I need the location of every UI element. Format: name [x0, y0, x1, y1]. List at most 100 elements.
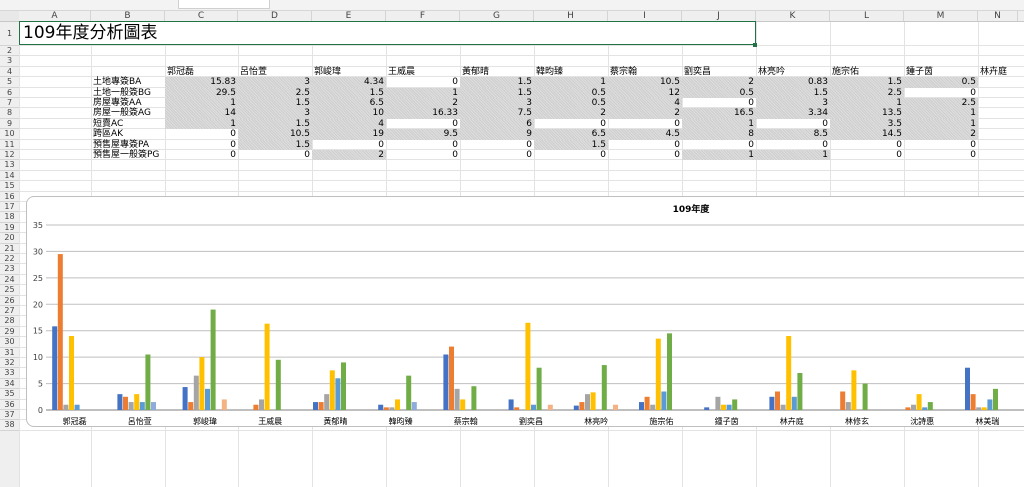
- table-cell[interactable]: 0: [165, 140, 238, 150]
- table-cell[interactable]: 0: [534, 119, 608, 129]
- table-header-cell[interactable]: 郭冠磊: [165, 67, 238, 77]
- table-cell[interactable]: 14.5: [830, 129, 904, 140]
- table-cell[interactable]: 10: [312, 108, 386, 119]
- table-header-cell[interactable]: 郭峻瑋: [312, 67, 386, 77]
- table-cell[interactable]: 3: [460, 98, 534, 109]
- table-cell[interactable]: 0: [238, 150, 312, 160]
- table-cell[interactable]: 0: [608, 140, 682, 150]
- table-cell[interactable]: 2: [608, 108, 682, 119]
- row-header-31[interactable]: 31: [0, 348, 19, 358]
- column-header-a[interactable]: A: [19, 11, 91, 21]
- row-header-2[interactable]: 2: [0, 46, 19, 57]
- select-all-corner[interactable]: [0, 11, 20, 22]
- table-cell[interactable]: 1.5: [238, 98, 312, 109]
- row-header-3[interactable]: 3: [0, 56, 19, 67]
- column-header-k[interactable]: K: [756, 11, 830, 21]
- table-cell[interactable]: 0: [534, 150, 608, 160]
- table-cell[interactable]: 0.5: [904, 77, 978, 88]
- table-cell[interactable]: 0.5: [682, 87, 756, 98]
- table-cell[interactable]: 1.5: [460, 87, 534, 98]
- table-row-label[interactable]: 跨區AK: [91, 129, 165, 139]
- table-cell[interactable]: 3: [238, 108, 312, 119]
- table-cell[interactable]: 1: [682, 150, 756, 161]
- table-cell[interactable]: 0: [756, 119, 830, 129]
- table-cell[interactable]: 0: [460, 140, 534, 150]
- table-header-cell[interactable]: 劉奕昌: [682, 67, 756, 77]
- table-cell[interactable]: 0: [386, 77, 460, 87]
- row-header-20[interactable]: 20: [0, 233, 19, 244]
- table-cell[interactable]: 2.5: [238, 87, 312, 98]
- table-cell[interactable]: 1.5: [756, 87, 830, 98]
- row-header-24[interactable]: 24: [0, 275, 19, 286]
- row-header-19[interactable]: 19: [0, 223, 19, 234]
- row-header-26[interactable]: 26: [0, 296, 19, 306]
- table-cell[interactable]: 6.5: [534, 129, 608, 140]
- table-cell[interactable]: 4.34: [312, 77, 386, 88]
- table-cell[interactable]: 10.5: [238, 129, 312, 140]
- sheet-title-cell[interactable]: 109年度分析圖表: [19, 21, 756, 45]
- table-cell[interactable]: 1: [756, 150, 830, 161]
- table-cell[interactable]: 0: [830, 140, 904, 150]
- row-header-10[interactable]: 10: [0, 129, 19, 140]
- table-cell[interactable]: 1.5: [534, 139, 608, 150]
- row-header-15[interactable]: 15: [0, 181, 19, 192]
- row-header-29[interactable]: 29: [0, 327, 19, 338]
- table-header-cell[interactable]: 林亮吟: [756, 67, 830, 77]
- table-header-cell[interactable]: 林卉庭: [978, 67, 1018, 77]
- table-cell[interactable]: 9: [460, 129, 534, 140]
- column-header-j[interactable]: J: [682, 11, 756, 21]
- table-cell[interactable]: 12: [608, 87, 682, 98]
- row-header-23[interactable]: 23: [0, 264, 19, 275]
- table-cell[interactable]: 1: [904, 108, 978, 119]
- row-header-13[interactable]: 13: [0, 160, 19, 171]
- table-cell[interactable]: 0: [312, 140, 386, 150]
- table-cell[interactable]: 4.5: [608, 129, 682, 140]
- table-cell[interactable]: 0.5: [534, 98, 608, 109]
- table-cell[interactable]: 1.5: [238, 118, 312, 130]
- table-cell[interactable]: 0: [608, 119, 682, 129]
- table-cell[interactable]: 0: [165, 129, 238, 139]
- table-row-label[interactable]: 預售屋專簽PA: [91, 140, 165, 150]
- table-cell[interactable]: 8.5: [756, 129, 830, 140]
- column-header-b[interactable]: B: [91, 11, 165, 21]
- row-header-5[interactable]: 5: [0, 77, 19, 88]
- table-cell[interactable]: 1: [682, 118, 756, 130]
- column-header-i[interactable]: I: [608, 11, 682, 21]
- table-header-cell[interactable]: 王威晨: [386, 67, 460, 77]
- table-cell[interactable]: 2: [904, 129, 978, 140]
- row-header-21[interactable]: 21: [0, 244, 19, 254]
- row-header-33[interactable]: 33: [0, 368, 19, 379]
- row-header-9[interactable]: 9: [0, 119, 19, 130]
- row-header-14[interactable]: 14: [0, 171, 19, 182]
- table-cell[interactable]: 1: [386, 87, 460, 98]
- row-header-36[interactable]: 36: [0, 400, 19, 410]
- column-header-m[interactable]: M: [904, 11, 978, 21]
- column-header-e[interactable]: E: [312, 11, 386, 21]
- table-cell[interactable]: 0: [386, 119, 460, 129]
- table-cell[interactable]: 1: [165, 98, 238, 109]
- column-header-f[interactable]: F: [386, 11, 460, 21]
- column-header-h[interactable]: H: [534, 11, 608, 21]
- table-header-cell[interactable]: 韓昀臻: [534, 67, 608, 77]
- table-cell[interactable]: 7.5: [460, 108, 534, 119]
- row-header-8[interactable]: 8: [0, 108, 19, 119]
- table-cell[interactable]: 2: [682, 77, 756, 88]
- table-header-cell[interactable]: 鍾子茵: [904, 67, 978, 77]
- table-row-label[interactable]: 土地專簽BA: [91, 77, 165, 87]
- row-header-4[interactable]: 4: [0, 67, 19, 78]
- table-header-cell[interactable]: 蔡宗翰: [608, 67, 682, 77]
- fill-handle[interactable]: [753, 43, 757, 47]
- table-cell[interactable]: 3: [238, 77, 312, 88]
- table-cell[interactable]: 6: [460, 118, 534, 130]
- table-cell[interactable]: 0: [682, 98, 756, 108]
- table-cell[interactable]: 13.5: [830, 108, 904, 119]
- table-cell[interactable]: 0: [682, 140, 756, 150]
- table-cell[interactable]: 3: [756, 98, 830, 109]
- row-header-7[interactable]: 7: [0, 98, 19, 109]
- table-cell[interactable]: 10.5: [608, 77, 682, 88]
- table-cell[interactable]: 1.5: [460, 77, 534, 88]
- table-cell[interactable]: 16.5: [682, 108, 756, 119]
- table-header-cell[interactable]: 黃郁晴: [460, 67, 534, 77]
- row-header-11[interactable]: 11: [0, 140, 19, 150]
- row-header-1[interactable]: 1: [0, 22, 19, 46]
